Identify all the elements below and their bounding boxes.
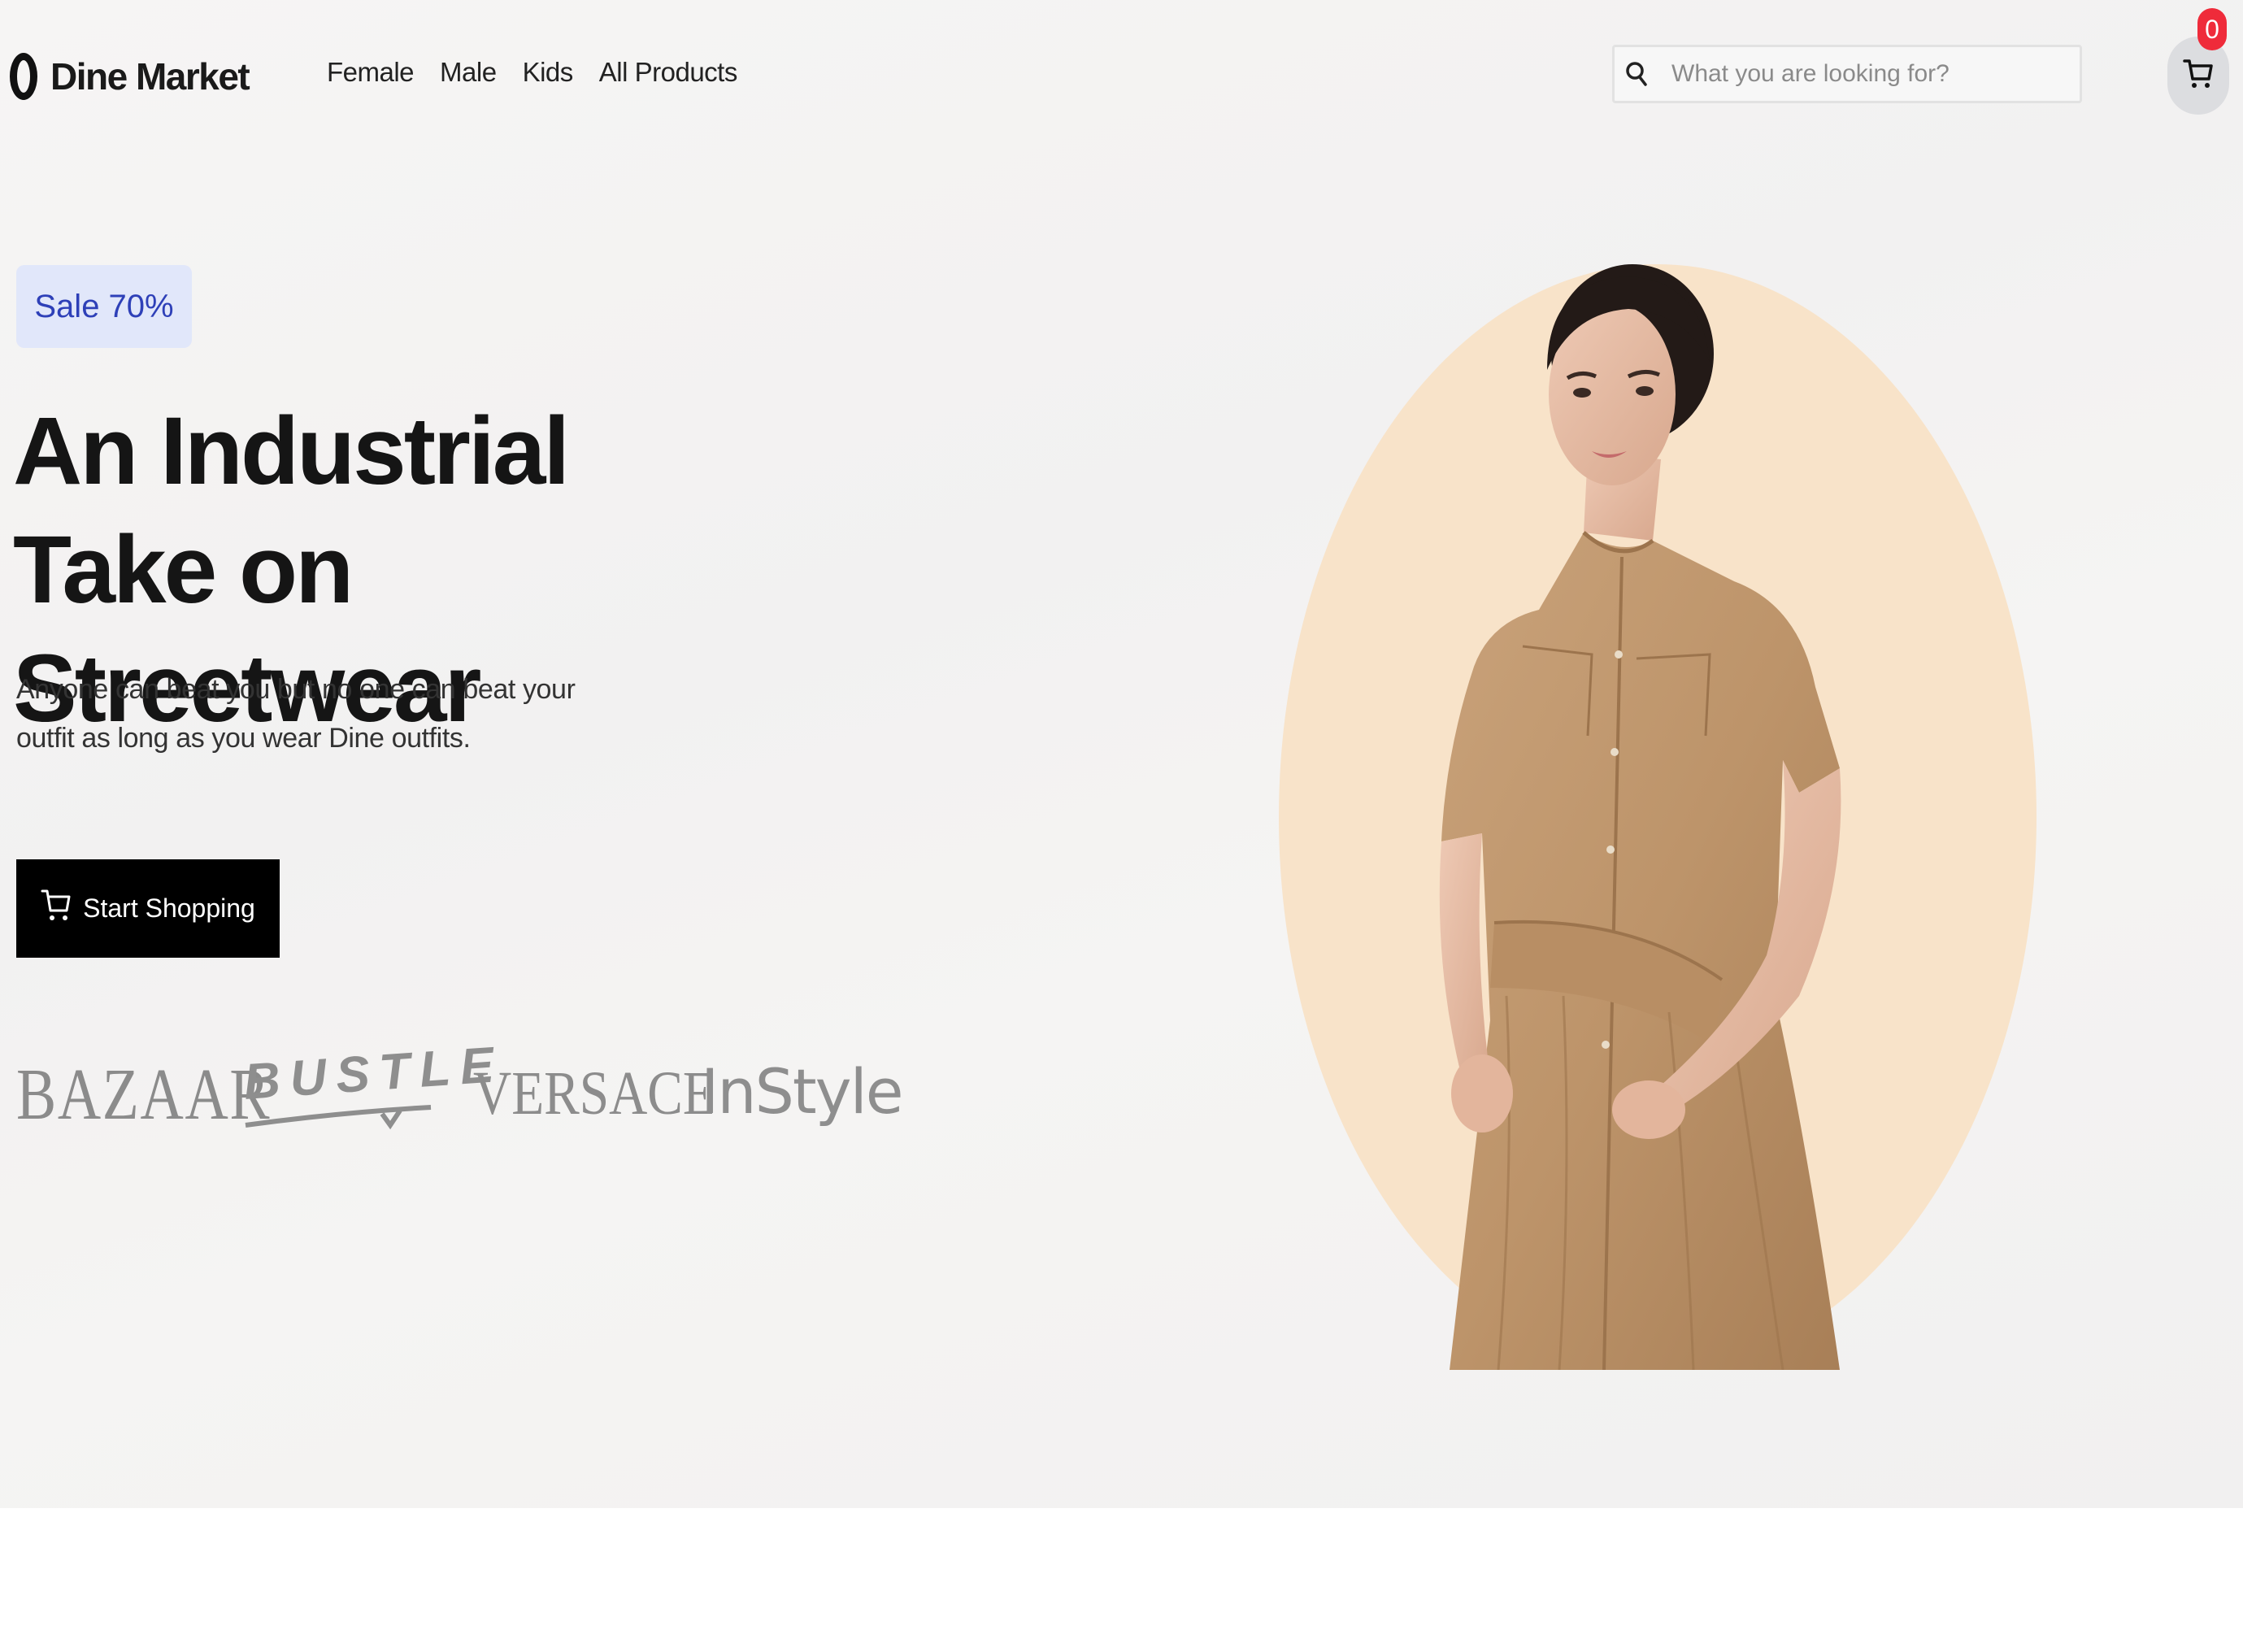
brand-logo-bustle: BUSTLE	[241, 1036, 506, 1111]
cart-icon	[41, 888, 72, 930]
logo-text: Dine Market	[50, 55, 250, 98]
logo[interactable]: Dine Market	[10, 46, 250, 107]
logo-ring-icon	[10, 53, 37, 100]
brand-logo-versace: VERSACE	[473, 1059, 715, 1128]
search-icon[interactable]	[1619, 60, 1654, 88]
page-bottom-area	[0, 1508, 2243, 1652]
cart-icon	[2183, 58, 2214, 94]
start-shopping-label: Start Shopping	[83, 893, 255, 923]
nav-kids[interactable]: Kids	[523, 57, 574, 88]
start-shopping-button[interactable]: Start Shopping	[16, 859, 280, 958]
nav-all-products[interactable]: All Products	[599, 57, 738, 88]
main-nav: Female Male Kids All Products	[327, 57, 737, 88]
bustle-underline-icon	[245, 1105, 432, 1130]
hero-model-image	[1439, 264, 1841, 1370]
cart-button[interactable]	[2167, 37, 2229, 115]
sale-badge: Sale 70%	[16, 265, 192, 348]
search-bar[interactable]	[1612, 45, 2082, 103]
nav-male[interactable]: Male	[440, 57, 497, 88]
brand-logo-instyle: InStyle	[701, 1055, 903, 1128]
hero-page: Dine Market Female Male Kids All Product…	[0, 0, 2243, 1508]
cart-count-badge: 0	[2197, 8, 2227, 50]
nav-female[interactable]: Female	[327, 57, 415, 88]
search-input[interactable]	[1670, 59, 2063, 89]
brand-logo-bazaar: BAZAAR	[16, 1054, 272, 1135]
hero-description: Anyone can beat you but no one can beat …	[16, 674, 576, 754]
